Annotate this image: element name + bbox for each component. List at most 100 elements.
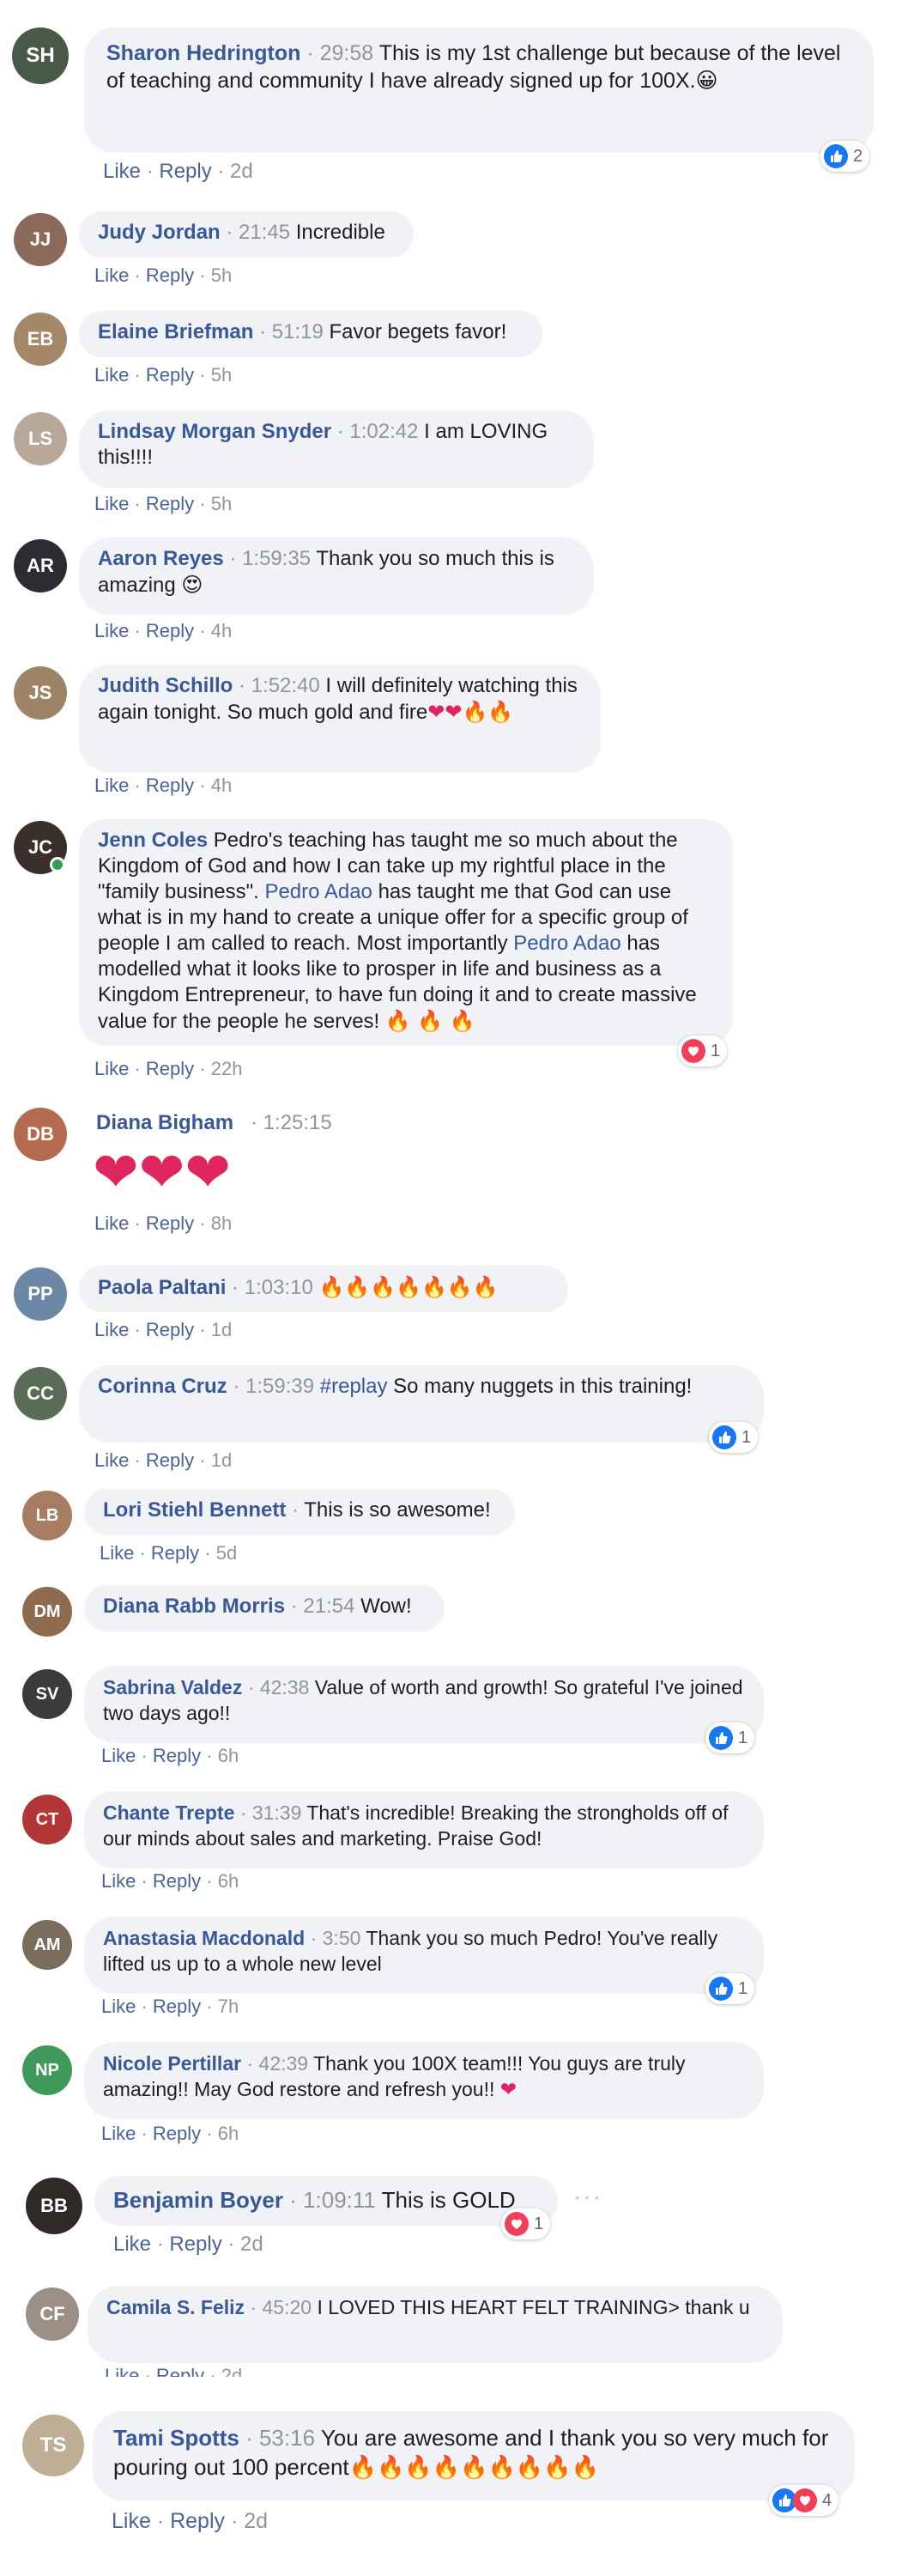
like-link[interactable]: Like <box>113 2233 151 2256</box>
like-link[interactable]: Like <box>94 493 129 514</box>
like-link[interactable]: Like <box>94 364 129 386</box>
comment-timestamp[interactable]: 21:45 <box>239 221 290 244</box>
avatar[interactable]: AR <box>14 539 67 592</box>
avatar[interactable]: TS <box>22 2415 84 2476</box>
comment-age[interactable]: 22h <box>211 1058 243 1079</box>
reply-link[interactable]: Reply <box>159 160 211 183</box>
like-link[interactable]: Like <box>94 1449 129 1471</box>
comment-author[interactable]: Corinna Cruz <box>98 1375 227 1398</box>
like-link[interactable]: Like <box>101 1870 136 1892</box>
like-link[interactable]: Like <box>100 1542 134 1564</box>
comment-age[interactable]: 4h <box>211 775 232 796</box>
reply-link[interactable]: Reply <box>153 1996 201 2017</box>
comment-timestamp[interactable]: 1:59:39 <box>245 1375 314 1398</box>
comment-author[interactable]: Aaron Reyes <box>98 547 224 570</box>
like-link[interactable]: Like <box>94 1058 129 1079</box>
comment-age[interactable]: 2d <box>221 2365 242 2377</box>
reaction-summary[interactable]: 4 <box>769 2485 839 2516</box>
reply-link[interactable]: Reply <box>146 1058 194 1079</box>
comment-age[interactable]: 5d <box>216 1542 237 1564</box>
comment-author[interactable]: Judy Jordan <box>98 221 221 244</box>
comment-timestamp[interactable]: 53:16 <box>259 2425 315 2451</box>
comment-timestamp[interactable]: · 1:25:15 <box>251 1111 332 1135</box>
reply-link[interactable]: Reply <box>146 1449 194 1471</box>
comment-age[interactable]: 1d <box>211 1319 232 1340</box>
comment-timestamp[interactable]: 51:19 <box>272 320 324 343</box>
comment-age[interactable]: 5h <box>211 493 232 514</box>
avatar[interactable]: DB <box>14 1108 67 1161</box>
comment-author[interactable]: Chante Trepte <box>103 1801 234 1824</box>
reply-link[interactable]: Reply <box>146 1212 194 1234</box>
comment-author[interactable]: Lori Stiehl Bennett <box>103 1498 286 1522</box>
comment-timestamp[interactable]: 1:59:35 <box>242 547 311 570</box>
reaction-summary[interactable]: 1 <box>501 2208 551 2239</box>
more-options-icon[interactable]: ··· <box>573 2183 602 2210</box>
reaction-summary[interactable]: 2 <box>820 141 870 172</box>
comment-author[interactable]: Anastasia Macdonald <box>103 1927 305 1949</box>
avatar[interactable]: BB <box>26 2178 82 2234</box>
like-link[interactable]: Like <box>101 1745 136 1766</box>
comment-timestamp[interactable]: 45:20 <box>263 2296 312 2318</box>
avatar[interactable]: CT <box>22 1795 72 1844</box>
reply-link[interactable]: Reply <box>146 364 194 386</box>
comment-author[interactable]: Tami Spotts <box>113 2425 239 2451</box>
comment-age[interactable]: 7h <box>218 1996 239 2017</box>
comment-age[interactable]: 6h <box>218 1745 239 1766</box>
comment-age[interactable]: 5h <box>211 264 232 286</box>
mention-link[interactable]: Pedro Adao <box>513 932 620 955</box>
like-link[interactable]: Like <box>94 1212 129 1234</box>
reply-link[interactable]: Reply <box>170 2509 225 2533</box>
comment-timestamp[interactable]: 1:09:11 <box>303 2187 376 2213</box>
avatar[interactable]: JS <box>14 666 67 720</box>
comment-author[interactable]: Diana Bigham <box>96 1111 233 1135</box>
comment-author[interactable]: Nicole Pertillar <box>103 2052 241 2075</box>
comment-timestamp[interactable]: 42:39 <box>259 2052 309 2075</box>
comment-timestamp[interactable]: 21:54 <box>303 1595 354 1618</box>
like-link[interactable]: Like <box>94 1319 129 1340</box>
reply-link[interactable]: Reply <box>146 264 194 286</box>
comment-age[interactable]: 4h <box>211 620 232 641</box>
comment-age[interactable]: 1d <box>211 1449 232 1471</box>
comment-age[interactable]: 6h <box>218 1870 239 1892</box>
mention-link[interactable]: Pedro Adao <box>264 880 372 903</box>
comment-timestamp[interactable]: 42:38 <box>260 1676 310 1698</box>
comment-timestamp[interactable]: 1:52:40 <box>251 674 320 697</box>
like-link[interactable]: Like <box>94 620 129 641</box>
comment-author[interactable]: Lindsay Morgan Snyder <box>98 420 331 443</box>
comment-age[interactable]: 6h <box>218 2123 239 2144</box>
reply-link[interactable]: Reply <box>146 493 194 514</box>
comment-timestamp[interactable]: 3:50 <box>323 1927 361 1949</box>
like-link[interactable]: Like <box>101 1996 136 2017</box>
avatar[interactable]: EB <box>14 313 67 366</box>
comment-age[interactable]: 2d <box>244 2509 268 2533</box>
reply-link[interactable]: Reply <box>153 1870 201 1892</box>
reaction-summary[interactable]: 1 <box>705 1722 755 1753</box>
avatar[interactable]: NP <box>22 2045 72 2095</box>
reply-link[interactable]: Reply <box>153 1745 201 1766</box>
comment-age[interactable]: 5h <box>211 364 232 386</box>
like-link[interactable]: Like <box>105 2365 139 2377</box>
reaction-summary[interactable]: 1 <box>678 1036 728 1066</box>
reply-link[interactable]: Reply <box>151 1542 199 1564</box>
reply-link[interactable]: Reply <box>146 775 194 796</box>
reaction-summary[interactable]: 1 <box>705 1973 755 2004</box>
reaction-summary[interactable]: 1 <box>709 1422 759 1453</box>
reply-link[interactable]: Reply <box>146 1319 194 1340</box>
comment-author[interactable]: Diana Rabb Morris <box>103 1595 285 1618</box>
hashtag-link[interactable]: #replay <box>320 1375 388 1398</box>
comment-timestamp[interactable]: 1:02:42 <box>349 420 418 443</box>
like-link[interactable]: Like <box>94 775 129 796</box>
avatar[interactable]: SH <box>12 27 69 84</box>
reply-link[interactable]: Reply <box>153 2123 201 2144</box>
like-link[interactable]: Like <box>94 264 129 286</box>
like-link[interactable]: Like <box>101 2123 136 2144</box>
comment-author[interactable]: Paola Paltani <box>98 1276 226 1299</box>
comment-timestamp[interactable]: 29:58 <box>320 41 374 65</box>
avatar[interactable]: PP <box>14 1267 67 1321</box>
comment-timestamp[interactable]: 31:39 <box>252 1801 302 1824</box>
avatar[interactable]: JJ <box>14 213 67 266</box>
comment-author[interactable]: Judith Schillo <box>98 674 233 697</box>
avatar[interactable]: LS <box>14 412 67 465</box>
comment-author[interactable]: Jenn Coles <box>98 829 208 852</box>
comment-author[interactable]: Sabrina Valdez <box>103 1676 242 1698</box>
